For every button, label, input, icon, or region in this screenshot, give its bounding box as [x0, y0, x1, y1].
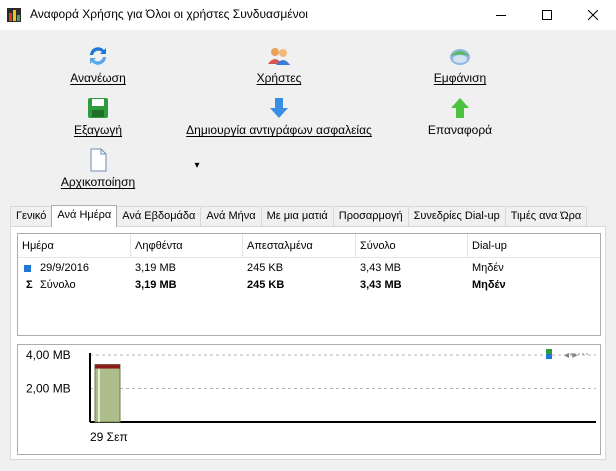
- users-icon: [268, 48, 290, 65]
- maximize-icon: [542, 10, 552, 20]
- legend-scroll-arrows: ◂ ▸: [564, 350, 577, 361]
- refresh-label: Ανανέωση: [70, 71, 126, 85]
- users-button[interactable]: Χρήστες: [239, 44, 319, 85]
- refresh-button[interactable]: Ανανέωση: [58, 44, 138, 85]
- users-label: Χρήστες: [256, 71, 302, 85]
- minimize-icon: [496, 15, 506, 16]
- close-button[interactable]: [570, 0, 616, 30]
- minimize-button[interactable]: [478, 0, 524, 30]
- maximize-button[interactable]: [524, 0, 570, 30]
- legend-sent-swatch: [546, 354, 552, 359]
- blank-document-icon: [90, 148, 107, 172]
- restore-button[interactable]: Επαναφορά: [420, 96, 500, 137]
- export-button[interactable]: Εξαγωγή: [58, 96, 138, 137]
- table-header: Ημέρα Ληφθέντα Απεσταλμένα Σύνολο Dial-u…: [18, 234, 600, 258]
- tab-strip: Γενικό Ανά Ημέρα Ανά Εβδομάδα Ανά Μήνα Μ…: [10, 205, 588, 227]
- chart-y-tick-label: 2,00 MB: [26, 382, 71, 396]
- reset-label: Αρχικοποίηση: [60, 175, 136, 189]
- table-total-row[interactable]: Σ Σύνολο 3,19 MB 245 KB 3,43 MB Μηδέν: [18, 277, 600, 294]
- row-dialup: Μηδέν: [472, 262, 504, 274]
- total-received: 3,19 MB: [135, 279, 177, 291]
- tab-dialup-sessions[interactable]: Συνεδρίες Dial-up: [407, 206, 506, 226]
- export-label: Εξαγωγή: [73, 123, 123, 137]
- tab-per-month[interactable]: Ανά Μήνα: [200, 206, 262, 226]
- title-bar: Αναφορά Χρήσης για Όλοι οι χρήστες Συνδυ…: [0, 0, 616, 30]
- appearance-icon: [450, 49, 470, 65]
- row-received: 3,19 MB: [135, 262, 176, 274]
- total-day: Σύνολο: [40, 279, 76, 291]
- column-header-total[interactable]: Σύνολο: [356, 234, 468, 258]
- tab-customize[interactable]: Προσαρμογή: [332, 206, 409, 226]
- up-arrow-icon: [451, 98, 469, 118]
- column-header-received[interactable]: Ληφθέντα: [131, 234, 243, 258]
- legend-received-swatch: [546, 349, 552, 354]
- tab-at-a-glance[interactable]: Με μια ματιά: [260, 206, 334, 226]
- tab-per-week[interactable]: Ανά Εβδομάδα: [116, 206, 202, 226]
- usage-chart-svg: 4,00 MB 2,00 MB 29 Σεπ ◂ ▸: [26, 348, 596, 444]
- table-row[interactable]: 29/9/2016 3,19 MB 245 KB 3,43 MB Μηδέν: [18, 260, 600, 277]
- day-marker-icon: [24, 265, 31, 272]
- refresh-icon: [90, 47, 106, 65]
- row-day: 29/9/2016: [40, 262, 89, 274]
- row-total: 3,43 MB: [360, 262, 401, 274]
- tab-hourly-rates[interactable]: Τιμές ανα Ώρα: [504, 206, 588, 226]
- column-header-dialup[interactable]: Dial-up: [468, 234, 601, 258]
- chart-x-tick-label: 29 Σεπ: [90, 430, 128, 444]
- tab-general[interactable]: Γενικό: [10, 206, 53, 226]
- usage-table: Ημέρα Ληφθέντα Απεσταλμένα Σύνολο Dial-u…: [17, 233, 601, 336]
- restore-label: Επαναφορά: [427, 123, 493, 137]
- appearance-label: Εμφάνιση: [433, 71, 487, 85]
- total-total: 3,43 MB: [360, 279, 402, 291]
- column-header-day[interactable]: Ημέρα: [18, 234, 131, 258]
- window-title: Αναφορά Χρήσης για Όλοι οι χρήστες Συνδυ…: [30, 7, 308, 21]
- backup-label: Δημιουργία αντιγράφων ασφαλείας: [186, 123, 372, 137]
- tab-per-day[interactable]: Ανά Ημέρα: [51, 205, 118, 227]
- total-sent: 245 KB: [247, 279, 285, 291]
- app-icon: [7, 8, 21, 22]
- column-header-sent[interactable]: Απεσταλμένα: [243, 234, 356, 258]
- backup-button[interactable]: Δημιουργία αντιγράφων ασφαλείας: [184, 96, 374, 137]
- chevron-down-icon: ▾: [194, 160, 200, 171]
- row-sent: 245 KB: [247, 262, 284, 274]
- more-dropdown[interactable]: ▾: [190, 160, 204, 171]
- usage-chart: 4,00 MB 2,00 MB 29 Σεπ ◂ ▸: [17, 344, 601, 455]
- appearance-button[interactable]: Εμφάνιση: [420, 44, 500, 85]
- total-dialup: Μηδέν: [472, 279, 506, 291]
- chart-bar-sent-portion: [95, 364, 120, 369]
- save-icon: [88, 98, 108, 118]
- down-arrow-icon: [270, 98, 288, 118]
- sigma-icon: Σ: [26, 279, 33, 291]
- tab-panel: Ημέρα Ληφθέντα Απεσταλμένα Σύνολο Dial-u…: [10, 226, 606, 460]
- reset-button[interactable]: Αρχικοποίηση: [58, 148, 138, 189]
- close-icon: [588, 10, 598, 20]
- chart-y-tick-label: 4,00 MB: [26, 348, 71, 362]
